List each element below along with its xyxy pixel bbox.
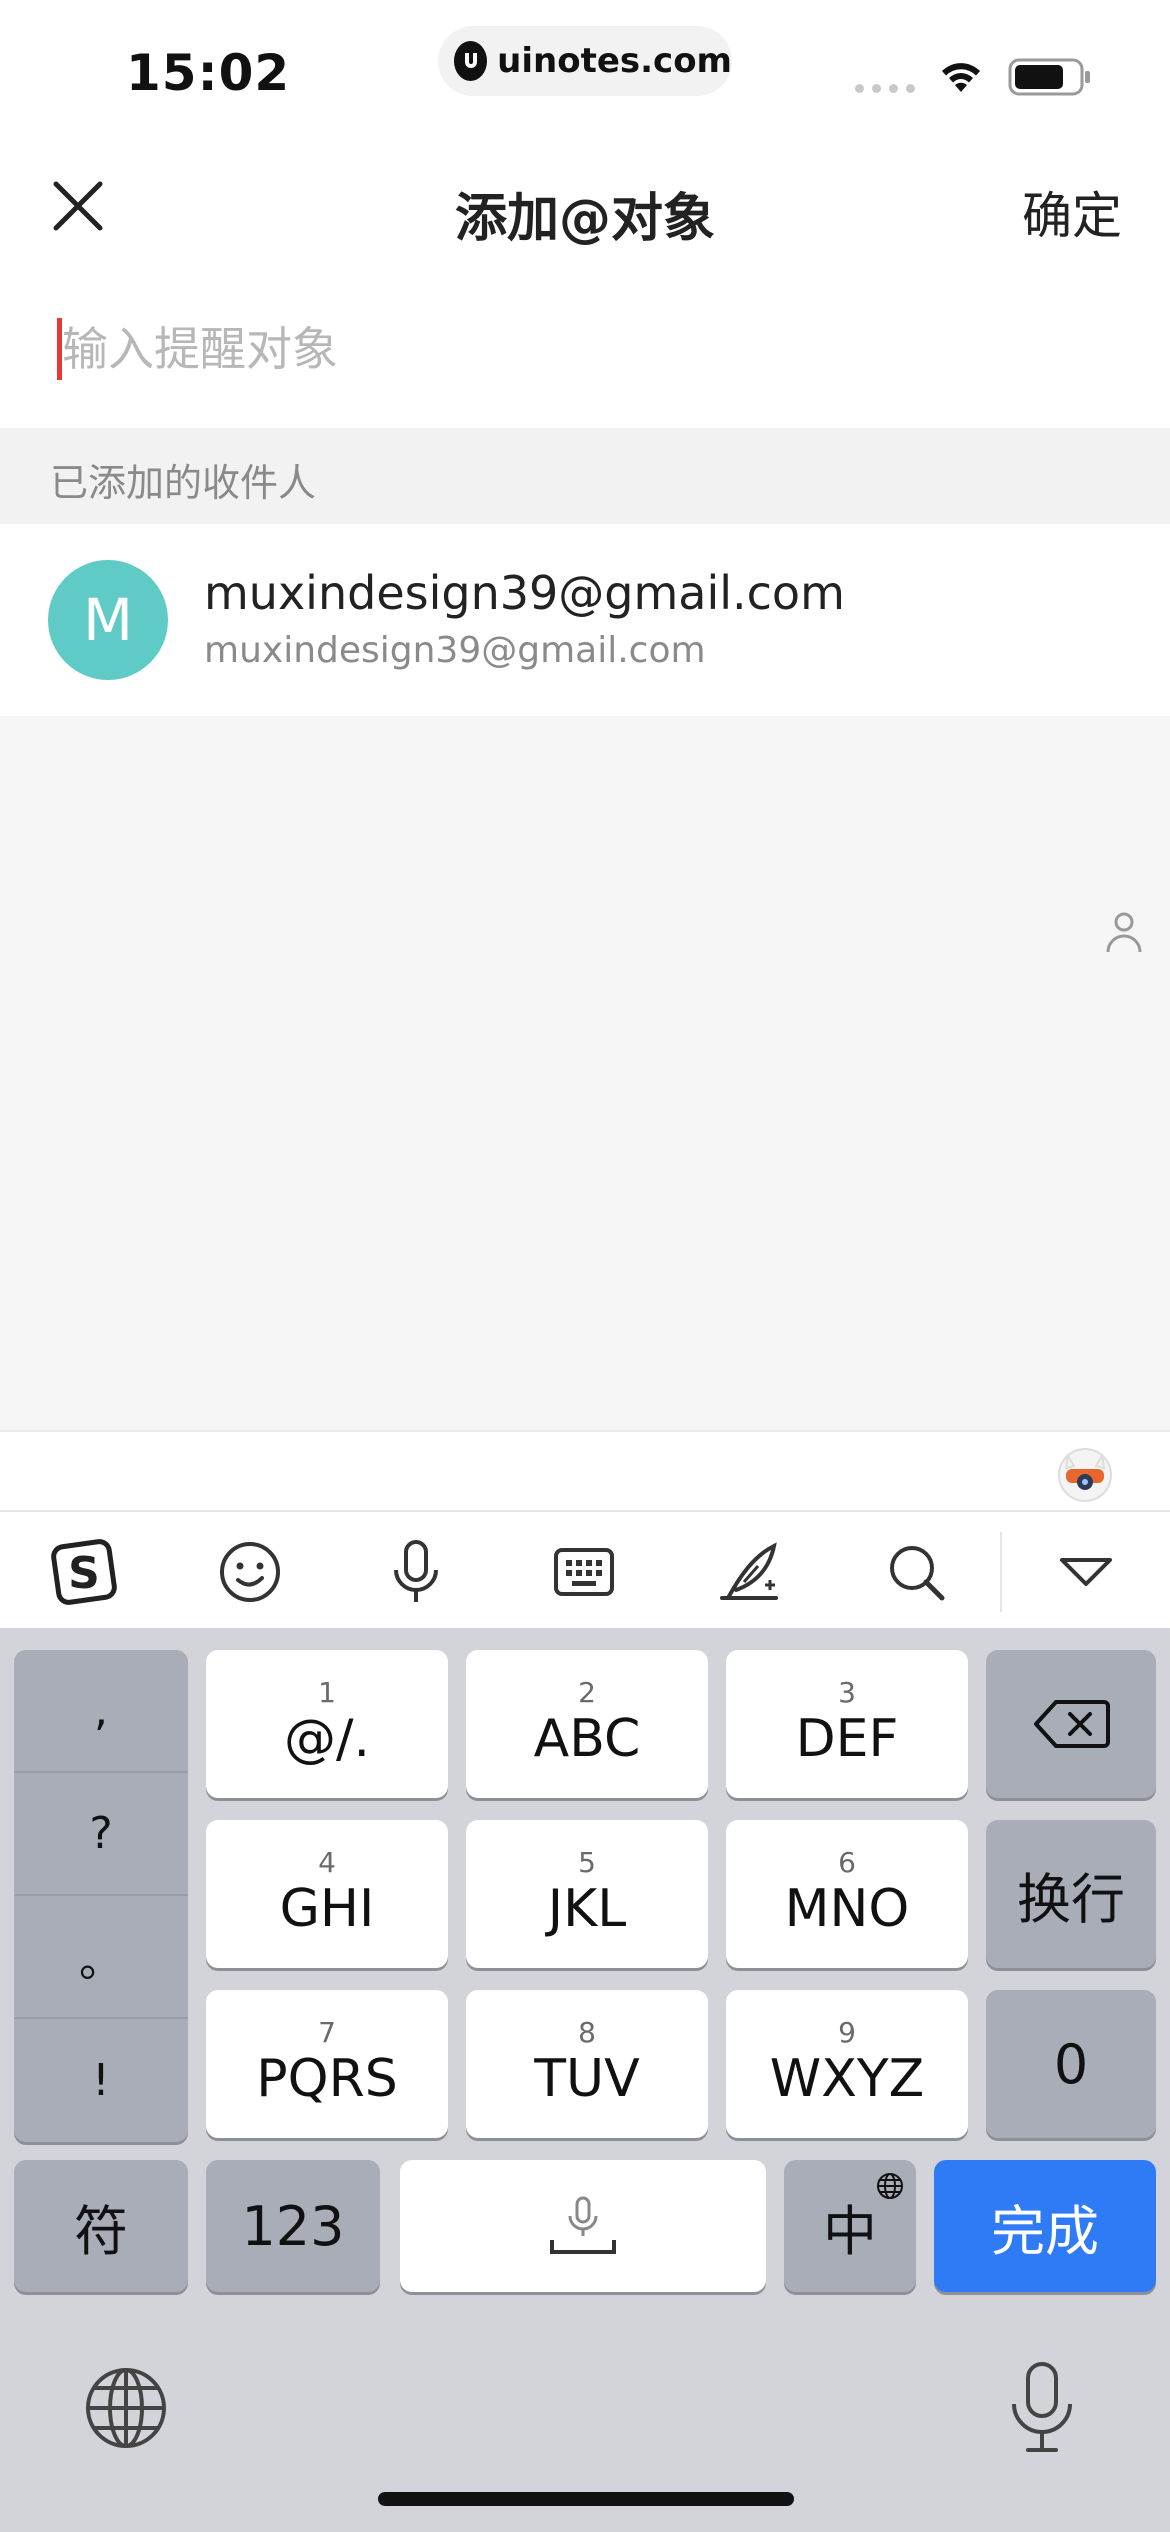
status-time: 15:02 xyxy=(126,44,291,102)
numbers-key[interactable]: 123 xyxy=(206,2160,380,2292)
status-bar: 15:02 uinotes.com xyxy=(0,0,1170,140)
avatar: M xyxy=(48,560,168,680)
punct-key-question[interactable]: ? xyxy=(14,1773,188,1896)
person-icon[interactable] xyxy=(1104,910,1144,954)
key-3[interactable]: 3 DEF xyxy=(726,1650,968,1798)
close-icon[interactable] xyxy=(50,178,106,234)
url-pill[interactable]: uinotes.com xyxy=(438,26,732,96)
space-key[interactable] xyxy=(400,2160,766,2292)
key-5[interactable]: 5 JKL xyxy=(466,1820,708,1968)
recipient-name: muxindesign39@gmail.com xyxy=(204,566,845,620)
key-9[interactable]: 9 WXYZ xyxy=(726,1990,968,2138)
punct-key-comma[interactable]: , xyxy=(14,1650,188,1773)
emoji-icon[interactable] xyxy=(210,1532,290,1612)
key-6[interactable]: 6 MNO xyxy=(726,1820,968,1968)
microphone-icon[interactable] xyxy=(376,1532,456,1612)
key-4[interactable]: 4 GHI xyxy=(206,1820,448,1968)
key-8[interactable]: 8 TUV xyxy=(466,1990,708,2138)
key-1[interactable]: 1 @/. xyxy=(206,1650,448,1798)
list-item[interactable]: M muxindesign39@gmail.com muxindesign39@… xyxy=(0,524,1170,716)
nav-bar: 添加@对象 确定 xyxy=(0,140,1170,270)
sogou-logo-icon[interactable]: S xyxy=(44,1532,124,1612)
search-input[interactable] xyxy=(62,310,1112,388)
zero-key[interactable]: 0 xyxy=(986,1990,1156,2138)
url-text: uinotes.com xyxy=(497,41,732,81)
svg-text:S: S xyxy=(68,1548,100,1599)
chinese-key[interactable]: 中 xyxy=(784,2160,916,2292)
uinotes-logo-icon xyxy=(454,41,488,81)
search-icon[interactable] xyxy=(876,1532,956,1612)
recipient-email: muxindesign39@gmail.com xyxy=(204,630,706,671)
home-indicator[interactable] xyxy=(378,2492,794,2506)
keyboard-icon[interactable] xyxy=(544,1532,624,1612)
globe-icon[interactable] xyxy=(84,2366,168,2450)
backspace-icon xyxy=(1034,1700,1110,1748)
done-key[interactable]: 完成 xyxy=(934,2160,1156,2292)
handwriting-icon[interactable] xyxy=(710,1532,790,1612)
keyboard-toolbar: S xyxy=(0,1510,1170,1628)
dictation-mic-icon[interactable] xyxy=(1004,2360,1080,2456)
backspace-key[interactable] xyxy=(986,1650,1156,1798)
punct-key-period[interactable]: 。 xyxy=(14,1896,188,2019)
key-2[interactable]: 2 ABC xyxy=(466,1650,708,1798)
punctuation-column: , ? 。 ! xyxy=(14,1650,188,2142)
mascot-icon[interactable] xyxy=(1056,1444,1114,1502)
empty-content-area xyxy=(0,716,1170,1430)
punct-key-exclaim[interactable]: ! xyxy=(14,2019,188,2142)
section-label: 已添加的收件人 xyxy=(50,461,317,505)
page-title: 添加@对象 xyxy=(454,189,715,249)
wifi-icon xyxy=(942,63,980,92)
space-mic-icon xyxy=(550,2196,616,2254)
battery-icon xyxy=(1008,58,1090,96)
key-7[interactable]: 7 PQRS xyxy=(206,1990,448,2138)
search-area xyxy=(0,270,1170,428)
collapse-icon[interactable] xyxy=(1046,1532,1126,1612)
toolbar-divider xyxy=(1000,1532,1002,1612)
section-header: 已添加的收件人 xyxy=(0,428,1170,524)
confirm-button[interactable]: 确定 xyxy=(1022,176,1122,248)
cellular-signal-icon xyxy=(855,84,915,93)
symbols-key[interactable]: 符 xyxy=(14,2160,188,2292)
accessory-bar xyxy=(0,1430,1170,1510)
keyboard: , ? 。 ! 1 @/. 2 ABC 3 DEF 4 GHI 5 JKL 6 … xyxy=(0,1628,1170,2532)
newline-key[interactable]: 换行 xyxy=(986,1820,1156,1968)
small-globe-icon xyxy=(877,2173,903,2199)
